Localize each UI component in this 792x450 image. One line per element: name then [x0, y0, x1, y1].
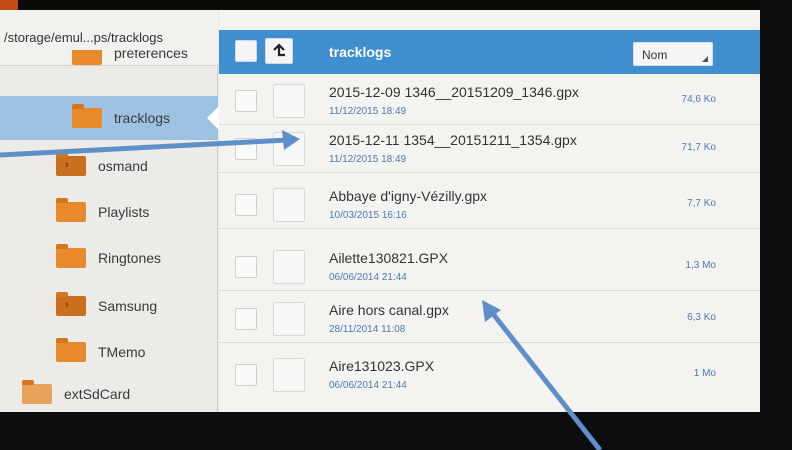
sort-label: Nom	[642, 48, 668, 62]
file-name: 2015-12-09 1346__20151209_1346.gpx	[329, 84, 579, 100]
folder-label: extSdCard	[64, 386, 131, 402]
folder-icon	[56, 198, 86, 222]
list-header: tracklogs Nom	[219, 30, 762, 74]
file-size: 74,6 Ko	[681, 94, 716, 105]
device-bezel-bottom	[0, 412, 792, 450]
folder-icon	[72, 104, 102, 128]
file-thumbnail	[273, 188, 305, 222]
file-checkbox[interactable]	[235, 364, 257, 386]
device-screen: /storage/emul...ps/tracklogs preferences…	[0, 10, 762, 415]
folder-label: osmand	[98, 158, 148, 174]
file-row[interactable]: Aire hors canal.gpx 28/11/2014 11:08 6,3…	[219, 296, 762, 343]
sdcard-folder-icon	[22, 380, 52, 404]
folder-icon: ›	[56, 152, 86, 176]
folder-item-extsdcard[interactable]: extSdCard	[0, 372, 218, 415]
file-row[interactable]: 2015-12-11 1354__20151211_1354.gpx 11/12…	[219, 126, 762, 173]
file-thumbnail	[273, 250, 305, 284]
file-size: 1 Mo	[693, 368, 716, 379]
file-date: 11/12/2015 18:49	[329, 106, 407, 117]
file-size: 7,7 Ko	[687, 198, 716, 209]
file-row[interactable]: Abbaye d'igny-Vézilly.gpx 10/03/2015 16:…	[219, 182, 762, 229]
file-checkbox[interactable]	[235, 138, 257, 160]
corner-accent	[0, 0, 18, 10]
up-arrow-icon	[273, 43, 285, 57]
folder-label: Ringtones	[98, 250, 162, 266]
file-checkbox[interactable]	[235, 256, 257, 278]
file-row[interactable]: Ailette130821.GPX 06/06/2014 21:44 1,3 M…	[219, 244, 762, 291]
file-thumbnail	[273, 358, 305, 392]
file-name: Abbaye d'igny-Vézilly.gpx	[329, 188, 488, 204]
folder-label: Samsung	[98, 298, 158, 314]
file-thumbnail	[273, 302, 305, 336]
file-name: 2015-12-11 1354__20151211_1354.gpx	[329, 132, 577, 148]
file-thumbnail	[273, 84, 305, 118]
folder-icon	[56, 244, 86, 268]
current-folder-title: tracklogs	[329, 44, 392, 60]
file-size: 71,7 Ko	[681, 142, 716, 153]
file-date: 11/12/2015 18:49	[329, 154, 407, 165]
sort-dropdown[interactable]: Nom	[633, 42, 713, 66]
file-date: 06/06/2014 21:44	[329, 272, 407, 283]
folder-icon: ›	[56, 292, 86, 316]
file-name: Aire131023.GPX	[329, 358, 435, 374]
device-bezel-right	[760, 0, 792, 450]
folder-item-ringtones[interactable]: Ringtones	[0, 236, 218, 280]
file-row[interactable]: 2015-12-09 1346__20151209_1346.gpx 11/12…	[219, 78, 762, 125]
file-checkbox[interactable]	[235, 194, 257, 216]
select-all-checkbox[interactable]	[235, 40, 257, 62]
file-list-panel: tracklogs Nom 2015-12-09 1346__20151209_…	[219, 10, 762, 415]
folder-item-osmand[interactable]: › osmand	[0, 144, 218, 188]
folder-panel: /storage/emul...ps/tracklogs preferences…	[0, 10, 219, 415]
file-row[interactable]: Aire131023.GPX 06/06/2014 21:44 1 Mo	[219, 352, 762, 399]
file-name: Aire hors canal.gpx	[329, 302, 449, 318]
file-size: 6,3 Ko	[687, 312, 716, 323]
file-date: 10/03/2015 16:16	[329, 210, 407, 221]
folder-item-samsung[interactable]: › Samsung	[0, 284, 218, 328]
folder-label: preferences	[114, 50, 188, 61]
file-date: 28/11/2014 11:08	[329, 324, 406, 335]
folder-item-playlists[interactable]: Playlists	[0, 190, 218, 234]
folder-label: TMemo	[98, 344, 146, 360]
folder-item-tracklogs[interactable]: tracklogs	[0, 96, 219, 140]
folder-label: tracklogs	[114, 110, 171, 126]
folder-icon	[72, 50, 102, 65]
folder-label: Playlists	[98, 204, 150, 220]
file-thumbnail	[273, 132, 305, 166]
dropdown-corner-icon	[702, 56, 708, 62]
up-arrow-button[interactable]	[265, 38, 293, 64]
file-checkbox[interactable]	[235, 90, 257, 112]
folder-icon	[56, 338, 86, 362]
folder-item-tmemo[interactable]: TMemo	[0, 330, 218, 374]
file-size: 1,3 Mo	[685, 260, 716, 271]
file-checkbox[interactable]	[235, 308, 257, 330]
folder-item-preferences[interactable]: preferences	[0, 50, 218, 70]
file-date: 06/06/2014 21:44	[329, 380, 407, 391]
file-name: Ailette130821.GPX	[329, 250, 449, 266]
